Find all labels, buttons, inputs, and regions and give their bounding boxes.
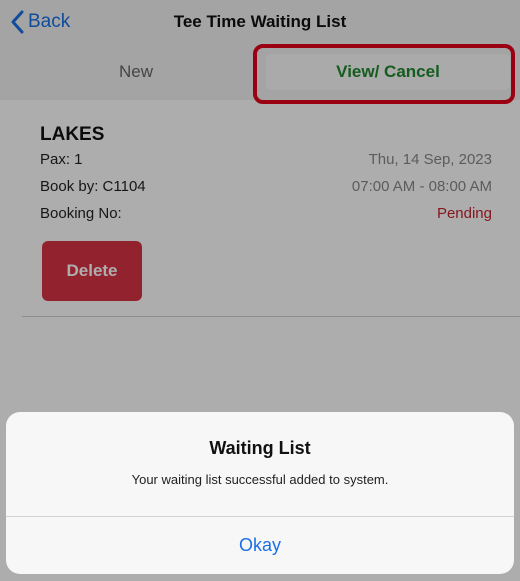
alert-dialog: Waiting List Your waiting list successfu… <box>6 412 514 574</box>
alert-title: Waiting List <box>209 438 311 458</box>
okay-button[interactable]: Okay <box>6 517 514 574</box>
alert-message: Your waiting list successful added to sy… <box>131 472 389 487</box>
